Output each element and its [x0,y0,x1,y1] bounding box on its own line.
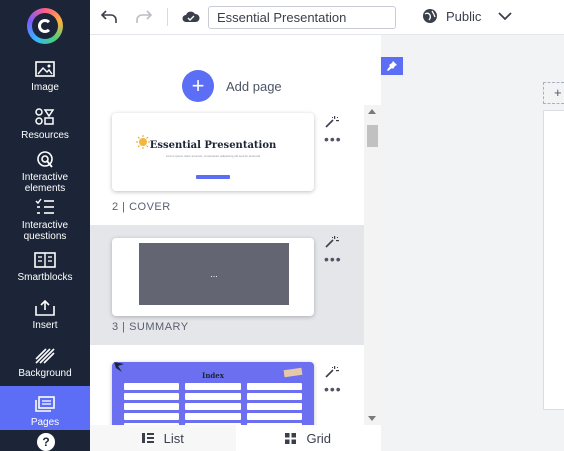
more-options-button[interactable]: ••• [324,252,342,266]
pages-icon [35,395,55,413]
page-thumbnail[interactable]: Essential Presentation Lorem ipsum dolor… [112,113,314,191]
presentation-title-input[interactable] [208,6,396,29]
sidebar-item-resources[interactable]: Resources [0,108,90,146]
undo-button[interactable] [100,8,118,26]
page-item-index[interactable]: Index ••• [90,345,364,425]
page-thumbnail[interactable]: ... [112,238,314,316]
help-icon: ? [42,435,50,449]
more-icon: ••• [324,131,342,147]
sidebar-item-label: Image [31,82,59,93]
insert-icon [34,300,56,316]
globe-icon [423,9,437,23]
tab-grid[interactable]: Grid [236,425,382,451]
sidebar-item-label: Insert [32,320,58,331]
top-toolbar: Public [90,0,564,35]
scroll-down-arrow-icon[interactable] [368,416,376,421]
sidebar-item-pages[interactable]: Pages [0,386,90,430]
image-icon [35,60,55,78]
magic-wand-icon [325,116,339,128]
tab-list[interactable]: List [90,425,236,451]
thumb-text: ... [210,269,218,279]
page-item-cover[interactable]: Essential Presentation Lorem ipsum dolor… [90,105,364,225]
sidebar-item-label: Interactive questions [21,220,69,242]
sidebar-item-insert[interactable]: Insert [0,300,90,331]
toolbar-divider [167,8,168,26]
pages-scrollbar[interactable] [364,105,381,425]
left-sidebar: Image Resources Interactive elements Int… [0,0,90,451]
undo-icon [101,10,117,23]
tab-list-label: List [163,430,184,446]
interactive-questions-icon [34,198,56,216]
page-thumbnail[interactable]: Index [112,362,314,425]
list-icon [141,433,154,443]
page-item-summary[interactable]: ... ••• 3 | SUMMARY [90,225,364,345]
sidebar-item-label: Interactive elements [21,172,69,194]
slide-canvas[interactable] [543,110,564,410]
visibility-label: Public [446,8,482,24]
redo-icon [136,10,152,23]
sidebar-item-label: Pages [30,417,60,428]
smartblocks-icon [34,252,56,268]
sidebar-item-background[interactable]: Background [0,348,90,379]
pages-list: Essential Presentation Lorem ipsum dolor… [90,105,364,425]
scrollbar-thumb[interactable] [367,125,378,147]
app-logo[interactable] [27,8,63,44]
add-page-label: Add page [226,78,282,94]
more-icon: ••• [324,381,342,397]
sidebar-item-interactive-questions[interactable]: Interactive questions [0,198,90,242]
sidebar-item-label: Resources [21,130,69,141]
thumb-index-grid [124,383,302,425]
thumb-title: Essential Presentation [149,140,277,151]
add-page-button[interactable]: + Add page [182,70,282,102]
sidebar-item-interactive-elements[interactable]: Interactive elements [0,150,90,194]
view-mode-tabs: List Grid [90,425,381,451]
pin-icon [387,61,397,71]
cloud-save-status[interactable] [181,8,201,26]
resources-icon [34,108,56,126]
magic-wand-icon [325,366,339,378]
scroll-up-arrow-icon[interactable] [368,109,376,114]
more-icon: ••• [324,251,342,267]
background-icon [35,348,55,364]
sidebar-item-image[interactable]: Image [0,60,90,98]
interactive-elements-icon [35,150,55,168]
grid-icon [285,432,297,444]
page-label: 2 | COVER [112,201,171,213]
thumb-button [196,175,230,179]
sidebar-item-smartblocks[interactable]: Smartblocks [0,252,90,283]
redo-button[interactable] [135,8,153,26]
chevron-down-icon [498,12,513,21]
help-button[interactable]: ? [37,433,55,451]
more-options-button[interactable]: ••• [324,132,342,146]
pin-panel-button[interactable] [381,57,403,75]
sidebar-item-label: Smartblocks [17,272,73,283]
sidebar-item-label: Background [18,368,72,379]
cloud-icon [182,11,200,22]
magic-wand-icon [325,236,339,248]
editor-canvas-area: + [381,35,564,451]
more-options-button[interactable]: ••• [324,382,342,396]
add-element-button[interactable]: + [543,82,564,104]
thumb-subtitle: Lorem ipsum dolor sit amet, consectetur … [165,154,261,158]
plus-icon: + [182,70,214,102]
visibility-dropdown[interactable]: Public [422,8,513,24]
page-label: 3 | SUMMARY [112,321,189,333]
thumb-content-block: ... [139,243,289,305]
tab-grid-label: Grid [306,430,332,446]
